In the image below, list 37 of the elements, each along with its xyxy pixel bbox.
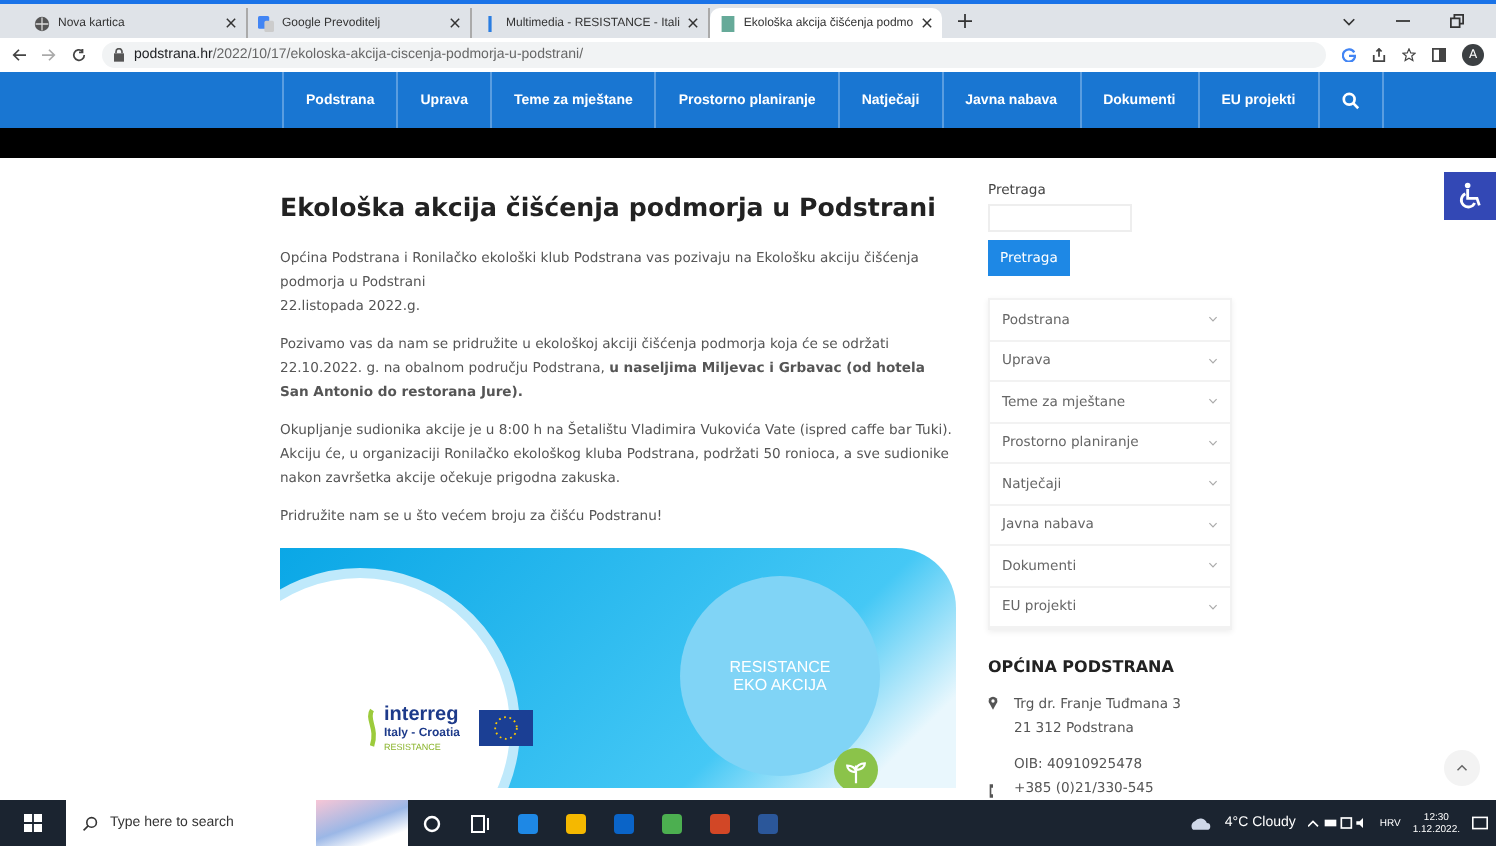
chevron-icon[interactable]	[1342, 14, 1356, 28]
restore-icon[interactable]	[1450, 14, 1464, 28]
wave-logo-icon	[365, 708, 378, 748]
article-title: Ekološka akcija čišćenja podmorja u Podstrani	[280, 190, 938, 226]
close-icon[interactable]	[687, 18, 698, 28]
cloud-icon	[1188, 816, 1213, 830]
circle-text: RESISTANCE	[729, 658, 831, 676]
share-icon[interactable]	[1372, 48, 1386, 62]
eu-flag-icon	[478, 710, 534, 746]
task-view-icon[interactable]	[470, 813, 490, 833]
lock-icon	[114, 48, 124, 62]
location-pin-icon	[988, 696, 998, 710]
circle-text: EKO AKCIJA	[733, 676, 827, 694]
google-icon[interactable]	[1342, 48, 1356, 62]
close-icon[interactable]	[921, 18, 932, 28]
bar-icon	[482, 15, 498, 31]
logo-text: interreg	[383, 704, 460, 727]
notification-icon[interactable]	[1472, 816, 1488, 830]
back-icon[interactable]	[12, 48, 26, 62]
star-icon[interactable]	[1402, 48, 1416, 62]
close-icon[interactable]	[226, 18, 236, 28]
cortana-icon[interactable]	[422, 813, 442, 833]
chevron-up-icon	[1456, 764, 1468, 772]
contact-heading: OPĆINA PODSTRANA	[988, 658, 1176, 676]
windows-start-icon[interactable]	[24, 814, 42, 832]
new-tab-icon[interactable]	[957, 14, 972, 28]
sidebar-icon[interactable]	[1432, 48, 1446, 62]
close-icon[interactable]	[450, 18, 460, 28]
reload-icon[interactable]	[72, 48, 86, 62]
minimize-icon[interactable]	[1396, 14, 1410, 28]
tray-icons[interactable]	[1307, 816, 1368, 830]
search-icon	[82, 815, 98, 831]
leaf-icon	[834, 748, 878, 788]
globe-icon	[34, 15, 50, 31]
accessibility-button[interactable]	[1444, 172, 1496, 220]
wheelchair-icon	[1456, 182, 1484, 210]
search-icon[interactable]	[1341, 91, 1360, 109]
